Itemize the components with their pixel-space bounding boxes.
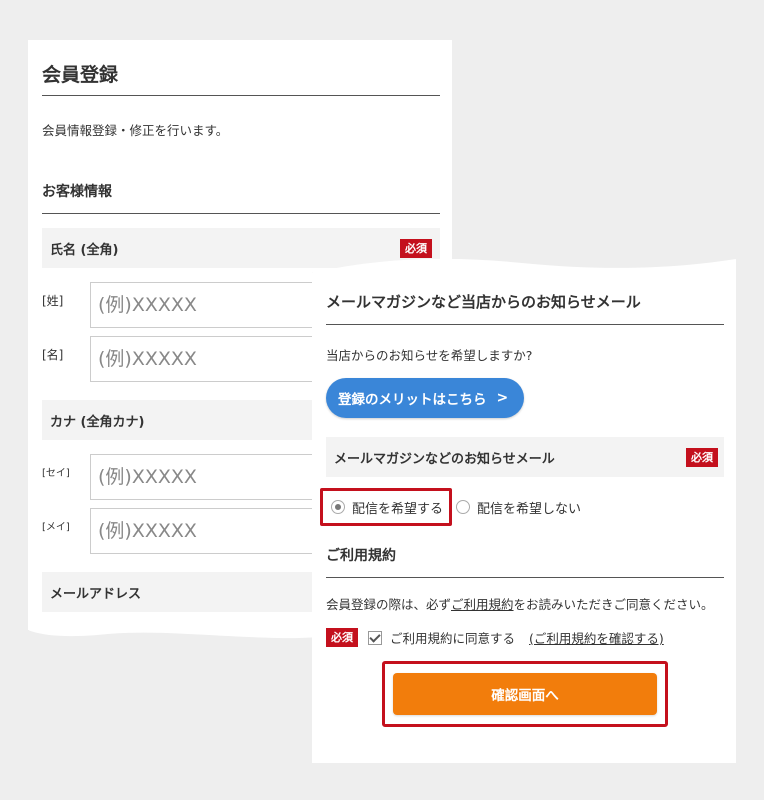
newsletter-field-header: メールマガジンなどのお知らせメール 必須 [326, 437, 724, 477]
terms-text: 会員登録の際は、必ずご利用規約をお読みいただきご同意ください。 [326, 594, 724, 616]
radio-unsubscribe[interactable]: 配信を希望しない [452, 488, 587, 526]
intro-text: 会員情報登録・修正を行います。 [42, 123, 229, 138]
kana-field-label: カナ (全角カナ) [50, 414, 145, 430]
radio-button-selected[interactable] [331, 500, 345, 514]
terms-inline-link[interactable]: ご利用規約 [451, 597, 514, 612]
radio-subscribe[interactable]: 配信を希望する [320, 488, 452, 526]
confirm-button[interactable]: 確認画面へ [393, 673, 657, 715]
merit-button-label: 登録のメリットはこちら [338, 392, 487, 408]
required-badge: 必須 [326, 628, 358, 647]
newsletter-field-label: メールマガジンなどのお知らせメール [334, 451, 555, 467]
name-field-label: 氏名 (全角) [50, 242, 119, 258]
terms-heading: ご利用規約 [326, 545, 724, 578]
page-title: 会員登録 [42, 40, 440, 96]
radio-button-unselected[interactable] [456, 500, 470, 514]
terms-text-after: をお読みいただきご同意ください。 [513, 597, 714, 612]
radio-unsubscribe-label: 配信を希望しない [477, 501, 582, 517]
email-field-label: メールアドレス [50, 586, 142, 602]
agree-checkbox[interactable] [368, 631, 382, 645]
newsletter-question: 当店からのお知らせを希望しますか? [326, 348, 533, 363]
first-name-kana-label: [メイ] [42, 522, 70, 533]
last-name-kana-label: [セイ] [42, 468, 70, 479]
newsletter-terms-card: メールマガジンなど当店からのお知らせメール 当店からのお知らせを希望しますか? … [312, 255, 736, 763]
agree-row: 必須 ご利用規約に同意する (ご利用規約を確認する) [326, 628, 724, 647]
required-badge: 必須 [400, 239, 432, 258]
newsletter-radio-group: 配信を希望する 配信を希望しない [320, 487, 724, 527]
first-name-label: [名] [42, 348, 64, 362]
terms-text-before: 会員登録の際は、必ず [326, 597, 452, 612]
confirm-highlight: 確認画面へ [382, 661, 668, 727]
section-heading-customer-info: お客様情報 [42, 181, 440, 214]
last-name-label: [姓] [42, 294, 64, 308]
merit-button[interactable]: 登録のメリットはこちら > [326, 378, 524, 418]
agree-label[interactable]: ご利用規約に同意する [390, 628, 515, 647]
view-terms-link[interactable]: (ご利用規約を確認する) [529, 628, 664, 647]
required-badge: 必須 [686, 448, 718, 467]
radio-subscribe-label: 配信を希望する [352, 501, 444, 517]
chevron-right-icon: > [496, 390, 509, 406]
newsletter-heading: メールマガジンなど当店からのお知らせメール [326, 291, 724, 325]
